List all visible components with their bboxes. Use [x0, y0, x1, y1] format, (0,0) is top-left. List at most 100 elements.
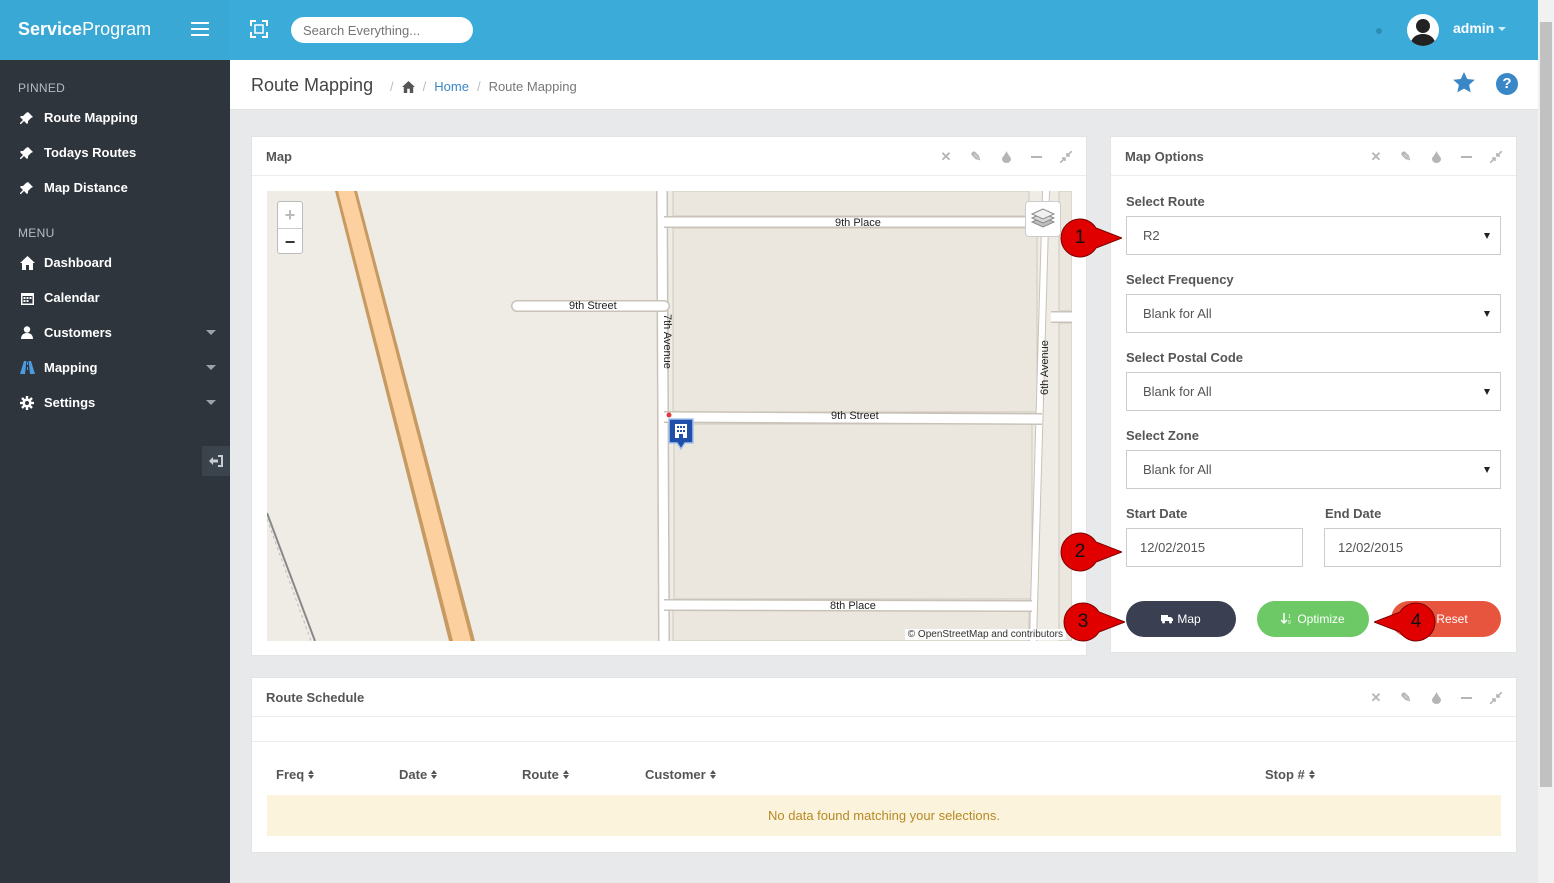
- search-input[interactable]: [291, 17, 473, 43]
- panel-tools: ✕ ✎: [938, 149, 1074, 165]
- column-label: Stop #: [1265, 767, 1305, 782]
- panel-header: Map Options ✕ ✎: [1111, 137, 1516, 176]
- scrollbar-thumb[interactable]: [1540, 22, 1552, 787]
- sidebar-item-mapping[interactable]: Mapping: [0, 350, 230, 385]
- chevron-down-icon: [206, 330, 216, 335]
- column-header-stop[interactable]: Stop #: [1265, 767, 1315, 782]
- frequency-select-value: Blank for All: [1143, 306, 1212, 321]
- column-header-customer[interactable]: Customer: [645, 767, 716, 782]
- sidebar-item-label: Dashboard: [44, 255, 112, 270]
- sidebar-item-label: Route Mapping: [44, 110, 138, 125]
- breadcrumb-home-link[interactable]: Home: [434, 79, 469, 94]
- minimize-icon[interactable]: [1458, 149, 1474, 165]
- sidebar-item-label: Settings: [44, 395, 96, 410]
- zone-select[interactable]: Blank for All: [1126, 450, 1501, 489]
- edit-icon[interactable]: ✎: [1398, 149, 1414, 165]
- street-label: 9th Place: [835, 217, 881, 229]
- optimize-button-label: Optimize: [1297, 612, 1345, 626]
- help-icon[interactable]: ?: [1496, 73, 1518, 95]
- sort-numeric-icon: 19: [1281, 613, 1291, 625]
- column-header-freq[interactable]: Freq: [276, 767, 315, 782]
- user-name[interactable]: admin: [1453, 20, 1494, 36]
- compress-icon[interactable]: [1488, 149, 1504, 165]
- sort-icon: [308, 770, 315, 779]
- sidebar-item-customers[interactable]: Customers: [0, 315, 230, 350]
- chevron-down-icon: [1484, 467, 1490, 473]
- panel-tools: ✕ ✎: [1368, 149, 1504, 165]
- avatar[interactable]: [1407, 14, 1439, 46]
- scrollbar[interactable]: [1538, 0, 1554, 883]
- chevron-down-icon: [1484, 311, 1490, 317]
- brand-bold: Service: [18, 19, 83, 39]
- color-drop-icon[interactable]: [998, 149, 1014, 165]
- map-button[interactable]: Map: [1126, 601, 1236, 637]
- status-dot: [1376, 28, 1382, 34]
- panel-header: Map ✕ ✎: [252, 137, 1086, 176]
- compress-icon[interactable]: [1058, 149, 1074, 165]
- frequency-select[interactable]: Blank for All: [1126, 294, 1501, 333]
- building-marker-icon[interactable]: [667, 417, 695, 453]
- start-date-input[interactable]: 12/02/2015: [1126, 528, 1303, 567]
- sidebar-item-calendar[interactable]: Calendar: [0, 280, 230, 315]
- sidebar-item-settings[interactable]: Settings: [0, 385, 230, 420]
- sidebar-item-dashboard[interactable]: Dashboard: [0, 245, 230, 280]
- panel-header: Route Schedule ✕ ✎: [252, 678, 1516, 717]
- edit-icon[interactable]: ✎: [1398, 690, 1414, 706]
- color-drop-icon[interactable]: [1428, 690, 1444, 706]
- route-label: Select Route: [1126, 194, 1205, 209]
- layers-button[interactable]: [1025, 201, 1061, 237]
- calendar-icon: [18, 290, 36, 306]
- close-icon[interactable]: ✕: [938, 149, 954, 165]
- sidebar-item-todays-routes[interactable]: Todays Routes: [0, 135, 230, 170]
- close-icon[interactable]: ✕: [1368, 690, 1384, 706]
- panel-title: Map Options: [1125, 149, 1204, 164]
- sort-icon: [431, 770, 438, 779]
- route-select[interactable]: R2: [1126, 216, 1501, 255]
- sort-icon: [562, 770, 569, 779]
- sidebar-item-map-distance[interactable]: Map Distance: [0, 170, 230, 205]
- edit-icon[interactable]: ✎: [968, 149, 984, 165]
- compress-icon[interactable]: [1488, 690, 1504, 706]
- end-date-input[interactable]: 12/02/2015: [1324, 528, 1501, 567]
- minimize-icon[interactable]: [1458, 690, 1474, 706]
- chevron-down-icon: [206, 400, 216, 405]
- sidebar-item-route-mapping[interactable]: Route Mapping: [0, 100, 230, 135]
- map-attribution[interactable]: © OpenStreetMap and contributors: [904, 629, 1066, 640]
- page-title: Route Mapping: [251, 75, 374, 95]
- pinned-heading: PINNED: [18, 81, 66, 95]
- gear-icon: [18, 395, 36, 411]
- menu-toggle-icon[interactable]: [191, 22, 209, 36]
- home-icon: [18, 255, 36, 271]
- column-header-date[interactable]: Date: [399, 767, 438, 782]
- map-canvas[interactable]: 9th Place 9th Street 7th Avenue 6th Aven…: [267, 191, 1072, 641]
- top-bar: ServiceProgram admin: [0, 0, 1538, 60]
- color-drop-icon[interactable]: [1428, 149, 1444, 165]
- user-icon: [18, 325, 36, 341]
- close-icon[interactable]: ✕: [1368, 149, 1384, 165]
- postal-code-select[interactable]: Blank for All: [1126, 372, 1501, 411]
- sort-icon: [1308, 770, 1315, 779]
- chevron-down-icon: [1484, 233, 1490, 239]
- brand-light: Program: [82, 19, 152, 39]
- chevron-down-icon: [1484, 389, 1490, 395]
- postal-code-label: Select Postal Code: [1126, 350, 1244, 365]
- star-icon[interactable]: [1452, 71, 1476, 95]
- route-schedule-panel: Route Schedule ✕ ✎ Freq Date Route Custo…: [251, 677, 1517, 853]
- fullscreen-icon[interactable]: [250, 20, 268, 38]
- zoom-in-button[interactable]: +: [278, 202, 302, 228]
- menu-heading: MENU: [18, 226, 55, 240]
- sidebar-item-label: Todays Routes: [44, 145, 137, 160]
- column-header-route[interactable]: Route: [522, 767, 569, 782]
- postal-code-select-value: Blank for All: [1143, 384, 1212, 399]
- chevron-down-icon[interactable]: [1498, 27, 1506, 31]
- sidebar-collapse-button[interactable]: [202, 446, 230, 476]
- column-label: Customer: [645, 767, 706, 782]
- optimize-button[interactable]: 19 Optimize: [1257, 601, 1369, 637]
- road-icon: [18, 360, 36, 376]
- minimize-icon[interactable]: [1028, 149, 1044, 165]
- zoom-out-button[interactable]: −: [278, 229, 302, 255]
- pin-icon: [18, 110, 36, 126]
- home-icon[interactable]: [401, 80, 415, 93]
- sidebar-item-label: Map Distance: [44, 180, 128, 195]
- page-header: Route Mapping / / Home / Route Mapping ?: [230, 60, 1538, 110]
